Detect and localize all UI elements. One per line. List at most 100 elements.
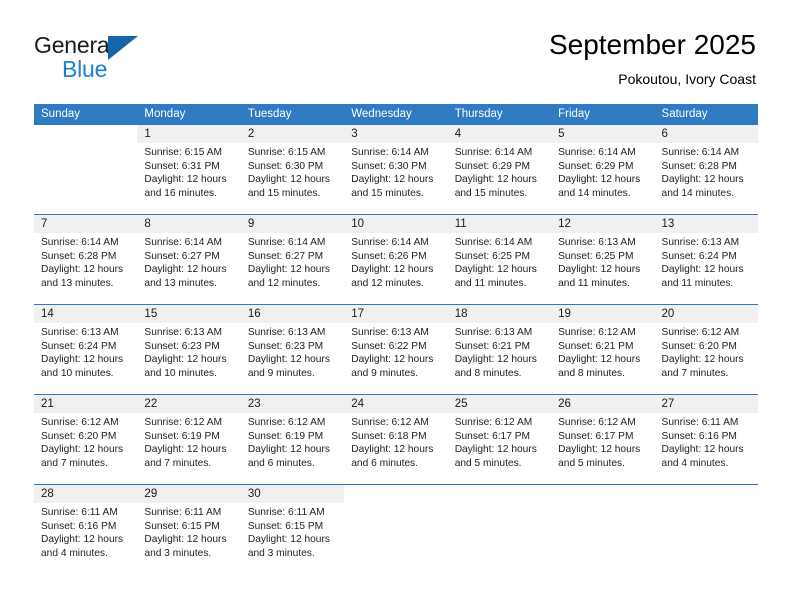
day-number-band: 5 [551,125,655,143]
sunrise-text: Sunrise: 6:14 AM [558,147,636,158]
day-cell[interactable]: 10 Sunrise: 6:14 AM Sunset: 6:26 PM Dayl… [344,215,448,304]
day-cell[interactable] [344,485,448,574]
daylight-text-line2: and 15 minutes. [454,187,528,199]
daylight-text-line1: Daylight: 12 hours [247,354,330,366]
day-cell[interactable]: 30 Sunrise: 6:11 AM Sunset: 6:15 PM Dayl… [240,485,345,574]
day-number-band: 9 [240,215,345,233]
daylight-text-line1: Daylight: 12 hours [41,264,124,276]
day-number-band [448,485,551,503]
daylight-text-line1: Daylight: 12 hours [41,444,124,456]
daylight-text-line2: and 7 minutes. [41,457,108,469]
daylight-text-line2: and 13 minutes. [41,277,114,289]
day-cell[interactable]: 25 Sunrise: 6:12 AM Sunset: 6:17 PM Dayl… [447,395,552,484]
day-number-band: 6 [654,125,758,143]
day-cell[interactable]: 22 Sunrise: 6:12 AM Sunset: 6:19 PM Dayl… [137,395,241,484]
daylight-text-line2: and 11 minutes. [661,277,734,289]
day-cell[interactable]: 29 Sunrise: 6:11 AM Sunset: 6:15 PM Dayl… [137,485,241,574]
sunrise-text: Sunrise: 6:14 AM [351,237,429,248]
page-title: September 2025 [548,29,756,60]
day-cell[interactable]: 3 Sunrise: 6:14 AM Sunset: 6:30 PM Dayli… [344,125,448,214]
day-cell[interactable]: 26 Sunrise: 6:12 AM Sunset: 6:17 PM Dayl… [551,395,655,484]
day-cell[interactable]: 18 Sunrise: 6:13 AM Sunset: 6:21 PM Dayl… [447,305,552,394]
day-number-band: 30 [240,485,345,503]
day-details [34,143,137,146]
day-cell[interactable]: 28 Sunrise: 6:11 AM Sunset: 6:16 PM Dayl… [34,485,138,574]
day-details: Sunrise: 6:14 AM Sunset: 6:28 PM Dayligh… [655,143,758,200]
daylight-text-line1: Daylight: 12 hours [41,534,124,546]
day-number: 4 [454,128,462,140]
day-cell[interactable]: 21 Sunrise: 6:12 AM Sunset: 6:20 PM Dayl… [34,395,138,484]
day-details: Sunrise: 6:14 AM Sunset: 6:30 PM Dayligh… [344,143,447,200]
day-details: Sunrise: 6:11 AM Sunset: 6:16 PM Dayligh… [655,413,758,470]
day-cell[interactable] [654,485,758,574]
day-cell[interactable]: 19 Sunrise: 6:12 AM Sunset: 6:21 PM Dayl… [551,305,655,394]
day-cell[interactable] [447,485,552,574]
day-number: 16 [247,308,261,320]
day-cell[interactable]: 23 Sunrise: 6:12 AM Sunset: 6:19 PM Dayl… [240,395,345,484]
daylight-text-line2: and 5 minutes. [454,457,522,469]
day-details: Sunrise: 6:14 AM Sunset: 6:29 PM Dayligh… [448,143,551,200]
day-number: 21 [41,398,54,410]
day-cell[interactable]: 15 Sunrise: 6:13 AM Sunset: 6:23 PM Dayl… [137,305,241,394]
sunset-text: Sunset: 6:25 PM [454,250,531,262]
general-blue-logo[interactable]: General Blue [34,32,194,84]
calendar-week-row: 7 Sunrise: 6:14 AM Sunset: 6:28 PM Dayli… [34,214,758,304]
sunset-text: Sunset: 6:20 PM [41,430,117,442]
daylight-text-line1: Daylight: 12 hours [454,354,537,366]
daylight-text-line2: and 4 minutes. [661,457,729,469]
day-number: 15 [144,308,158,320]
day-cell[interactable]: 5 Sunrise: 6:14 AM Sunset: 6:29 PM Dayli… [551,125,655,214]
day-cell[interactable]: 2 Sunrise: 6:15 AM Sunset: 6:30 PM Dayli… [240,125,345,214]
day-number-band: 13 [654,215,758,233]
day-cell[interactable]: 13 Sunrise: 6:13 AM Sunset: 6:24 PM Dayl… [654,215,758,304]
day-cell[interactable]: 16 Sunrise: 6:13 AM Sunset: 6:23 PM Dayl… [240,305,345,394]
day-number: 5 [558,128,565,140]
day-cell[interactable]: 4 Sunrise: 6:14 AM Sunset: 6:29 PM Dayli… [447,125,552,214]
daylight-text-line2: and 7 minutes. [661,367,729,379]
day-number: 6 [661,128,668,140]
day-cell[interactable]: 27 Sunrise: 6:11 AM Sunset: 6:16 PM Dayl… [654,395,758,484]
day-cell[interactable]: 9 Sunrise: 6:14 AM Sunset: 6:27 PM Dayli… [240,215,345,304]
daylight-text-line1: Daylight: 12 hours [144,264,227,276]
day-number: 26 [558,398,571,410]
day-cell[interactable]: 14 Sunrise: 6:13 AM Sunset: 6:24 PM Dayl… [34,305,138,394]
day-cell[interactable] [34,125,138,214]
day-number: 25 [454,398,468,410]
day-details: Sunrise: 6:14 AM Sunset: 6:26 PM Dayligh… [344,233,447,290]
day-number-band: 27 [654,395,758,413]
day-details [655,503,758,506]
day-cell[interactable]: 8 Sunrise: 6:14 AM Sunset: 6:27 PM Dayli… [137,215,241,304]
daylight-text-line2: and 7 minutes. [144,457,212,469]
logo-text-blue: Blue [62,56,108,82]
sunrise-text: Sunrise: 6:14 AM [351,147,429,158]
weekday-header-row: Sunday Monday Tuesday Wednesday Thursday… [34,104,758,125]
day-cell[interactable]: 11 Sunrise: 6:14 AM Sunset: 6:25 PM Dayl… [447,215,552,304]
calendar-week-row: 28 Sunrise: 6:11 AM Sunset: 6:16 PM Dayl… [34,484,758,574]
day-cell[interactable] [551,485,655,574]
daylight-text-line2: and 15 minutes. [247,187,321,199]
day-cell[interactable]: 20 Sunrise: 6:12 AM Sunset: 6:20 PM Dayl… [654,305,758,394]
daylight-text-line1: Daylight: 12 hours [144,354,227,366]
weekday-header-friday: Friday [558,108,591,120]
day-cell[interactable]: 7 Sunrise: 6:14 AM Sunset: 6:28 PM Dayli… [34,215,138,304]
weekday-header-thursday: Thursday [454,108,503,120]
sunrise-text: Sunrise: 6:12 AM [41,417,119,428]
day-cell[interactable]: 12 Sunrise: 6:13 AM Sunset: 6:25 PM Dayl… [551,215,655,304]
sunset-text: Sunset: 6:30 PM [351,160,427,172]
logo-triangle-icon [108,36,138,60]
daylight-text-line1: Daylight: 12 hours [558,174,641,186]
sunrise-text: Sunrise: 6:14 AM [144,237,223,248]
day-cell[interactable]: 1 Sunrise: 6:15 AM Sunset: 6:31 PM Dayli… [137,125,241,214]
day-number-band: 22 [137,395,241,413]
calendar-week-row: 21 Sunrise: 6:12 AM Sunset: 6:20 PM Dayl… [34,394,758,484]
day-cell[interactable]: 17 Sunrise: 6:13 AM Sunset: 6:22 PM Dayl… [344,305,448,394]
day-number: 12 [558,218,571,230]
day-number-band: 18 [447,305,552,323]
day-cell[interactable]: 24 Sunrise: 6:12 AM Sunset: 6:18 PM Dayl… [344,395,448,484]
day-details: Sunrise: 6:13 AM Sunset: 6:22 PM Dayligh… [344,323,447,380]
daylight-text-line1: Daylight: 12 hours [247,174,330,186]
daylight-text-line1: Daylight: 12 hours [247,444,330,456]
day-number-band: 8 [137,215,241,233]
sunset-text: Sunset: 6:23 PM [144,340,220,352]
day-cell[interactable]: 6 Sunrise: 6:14 AM Sunset: 6:28 PM Dayli… [654,125,758,214]
